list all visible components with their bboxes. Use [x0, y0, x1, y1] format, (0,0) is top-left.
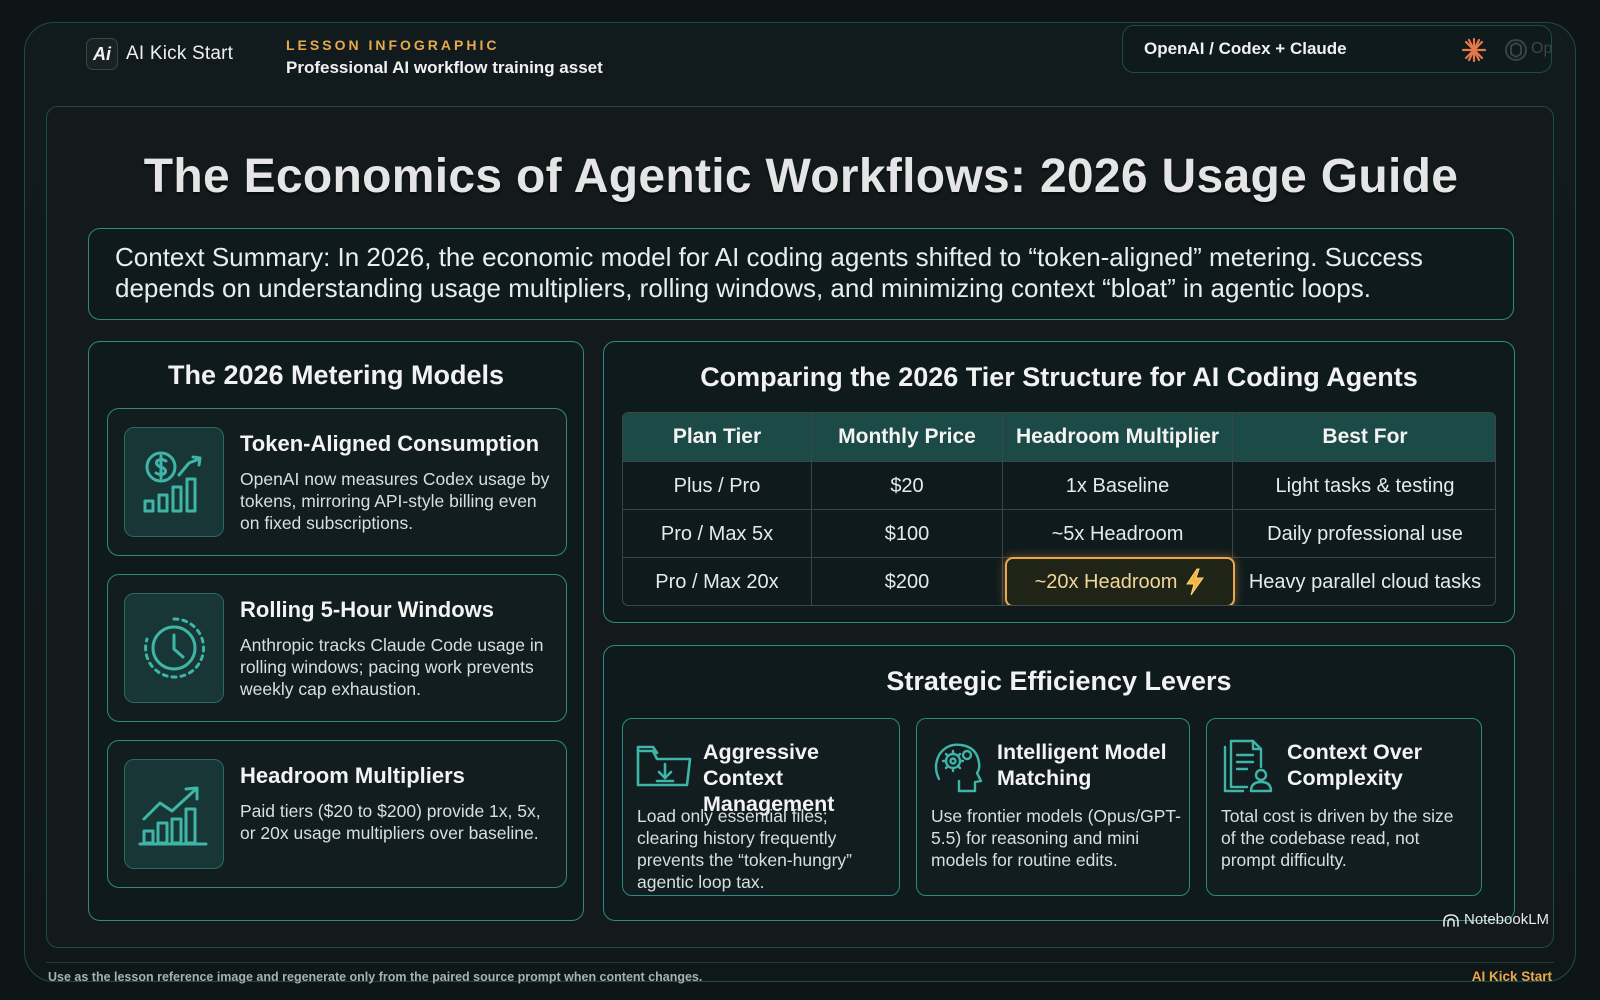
dollar-growth-icon: [143, 451, 202, 513]
metering-models-panel: The 2026 Metering Models Token-Aligned C…: [88, 341, 584, 921]
highlighted-headroom-cell: ~20x Headroom: [1005, 557, 1235, 605]
bar-growth-icon: [138, 786, 208, 846]
metering-card-token: Token-Aligned Consumption OpenAI now mea…: [107, 408, 567, 556]
brand-name: AI Kick Start: [126, 43, 234, 64]
metering-panel-title: The 2026 Metering Models: [167, 360, 505, 390]
notebooklm-badge: NotebookLM: [1443, 911, 1549, 928]
lever-description: Use frontier models (Opus/GPT-5.5) for r…: [931, 806, 1181, 870]
brand: Ai AI Kick Start: [86, 38, 233, 70]
levers-panel-title: Strategic Efficiency Levers: [886, 666, 1232, 696]
lever-description: Total cost is driven by the size of the …: [1221, 806, 1454, 870]
table-row: Plus / Pro $20 1x Baseline Light tasks &…: [623, 461, 1495, 510]
lever-title-line: Context Over: [1287, 740, 1423, 764]
clock-icon: [144, 617, 206, 679]
notebooklm-icon: [1443, 913, 1459, 927]
brain-gear-icon: [934, 743, 983, 793]
metering-card-rolling: Rolling 5-Hour Windows Anthropic tracks …: [107, 574, 567, 722]
tier-structure-panel: Comparing the 2026 Tier Structure for AI…: [603, 341, 1515, 623]
metering-card-description: Paid tiers ($20 to $200) provide 1x, 5x,…: [240, 801, 541, 843]
table-header-row: Plan Tier Monthly Price Headroom Multipl…: [623, 413, 1495, 461]
lever-description: Load only essential files; clearing hist…: [637, 806, 852, 892]
brand-logo-icon: Ai: [86, 38, 118, 70]
openai-ghost-text: OpenAI: [1531, 40, 1553, 57]
table-cell: Pro / Max 20x: [623, 558, 812, 605]
metering-card-description: Anthropic tracks Claude Code usage in ro…: [240, 635, 544, 699]
tier-table: Plan Tier Monthly Price Headroom Multipl…: [622, 412, 1496, 606]
document-user-icon: [1223, 739, 1273, 793]
page-title: The Economics of Agentic Workflows: 2026…: [143, 150, 1459, 203]
table-header-cell: Best For: [1322, 425, 1408, 448]
table-header-cell: Plan Tier: [623, 413, 812, 461]
provider-label: OpenAI / Codex + Claude: [1144, 39, 1347, 58]
notebooklm-label: NotebookLM: [1464, 911, 1550, 928]
metering-card-description: OpenAI now measures Codex usage by token…: [240, 469, 550, 533]
lesson-subtitle: Professional AI workflow training asset: [286, 58, 603, 77]
footer-divider: [46, 962, 1554, 963]
claude-spark-icon: [1461, 37, 1487, 63]
footer-note: Use as the lesson reference image and re…: [48, 970, 703, 984]
table-cell: Light tasks & testing: [1275, 474, 1455, 497]
lever-card-context: Aggressive Context Management Load only …: [622, 718, 900, 896]
lightning-icon: [1186, 568, 1205, 596]
table-cell: Pro / Max 5x: [623, 510, 812, 558]
table-header-cell: Monthly Price: [812, 413, 1003, 461]
context-summary: Context Summary: In 2026, the economic m…: [88, 228, 1514, 320]
tier-panel-title: Comparing the 2026 Tier Structure for AI…: [700, 362, 1418, 392]
table-cell: $100: [812, 510, 1003, 558]
lesson-tag: LESSON INFOGRAPHIC: [286, 37, 500, 53]
metering-card-title: Token-Aligned Consumption: [240, 431, 540, 456]
efficiency-levers-panel: Strategic Efficiency Levers Aggressive C…: [603, 645, 1515, 921]
table-cell: Daily professional use: [1267, 522, 1463, 545]
lever-title-line: Matching: [997, 766, 1092, 790]
table-cell: ~5x Headroom: [1003, 510, 1233, 558]
table-row: Pro / Max 5x $100 ~5x Headroom Daily pro…: [623, 509, 1495, 558]
lever-card-complexity: Context Over Complexity Total cost is dr…: [1206, 718, 1482, 896]
lever-title-line: Aggressive Context: [703, 740, 819, 790]
table-cell: $200: [812, 558, 1003, 605]
metering-card-title: Headroom Multipliers: [240, 763, 465, 788]
highlighted-headroom-label: ~20x Headroom: [1034, 570, 1178, 593]
lever-title-line: Intelligent Model: [997, 740, 1167, 764]
openai-logo-icon: [1505, 39, 1527, 61]
table-cell: Heavy parallel cloud tasks: [1248, 570, 1482, 593]
table-cell: 1x Baseline: [1003, 462, 1233, 510]
metering-card-headroom: Headroom Multipliers Paid tiers ($20 to …: [107, 740, 567, 888]
table-cell: $20: [812, 462, 1003, 510]
table-cell: Plus / Pro: [623, 462, 812, 510]
folder-download-icon: [636, 745, 692, 787]
main-card: The Economics of Agentic Workflows: 2026…: [46, 106, 1554, 948]
footer-brand: AI Kick Start: [1471, 969, 1552, 984]
lever-card-model: Intelligent Model Matching Use frontier …: [916, 718, 1190, 896]
table-header-cell: Headroom Multiplier: [1003, 413, 1233, 461]
lever-title-line: Complexity: [1287, 766, 1403, 790]
provider-pill: OpenAI / Codex + Claude OpenAI: [1122, 25, 1553, 73]
metering-card-title: Rolling 5-Hour Windows: [240, 597, 494, 622]
